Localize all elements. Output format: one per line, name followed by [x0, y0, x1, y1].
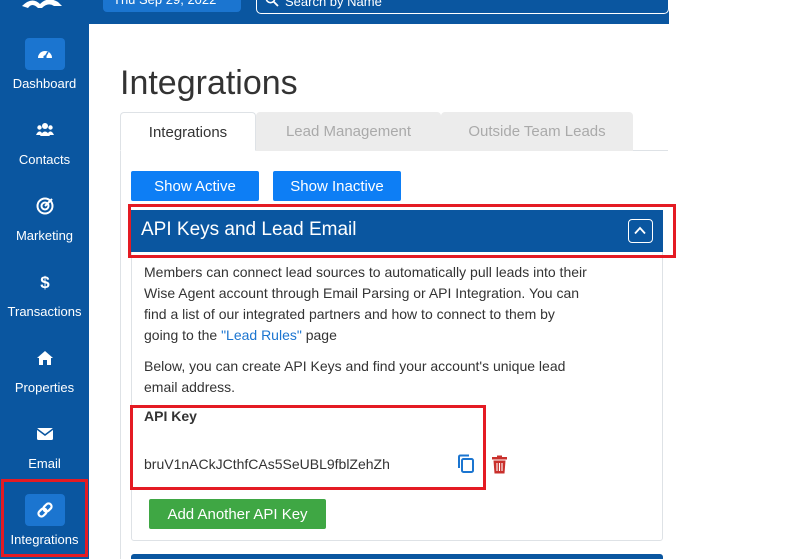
dashboard-icon [24, 38, 65, 70]
sidebar-item-label: Transactions [7, 304, 82, 319]
api-key-highlight-box [130, 405, 486, 490]
intro-text: page [301, 327, 337, 343]
contacts-icon [25, 114, 65, 146]
api-keys-line: Below, you can create API Keys and find … [144, 358, 566, 374]
sidebar-item-label: Properties [14, 380, 75, 395]
intro-paragraph: Members can connect lead sources to auto… [144, 262, 587, 346]
svg-text:$: $ [40, 273, 50, 291]
wise-agent-logo[interactable] [18, 0, 68, 14]
sidebar-item-marketing[interactable]: Marketing [0, 190, 89, 262]
api-keys-paragraph: Below, you can create API Keys and find … [144, 356, 565, 398]
panel-header-highlight-box [128, 204, 676, 258]
date-button[interactable]: Thu Sep 29, 2022 [103, 0, 241, 12]
search-icon [265, 0, 279, 7]
sidebar: Dashboard Contacts Marketing $ Transacti… [0, 0, 89, 559]
intro-line: find a list of our integrated partners a… [144, 306, 555, 322]
lead-rules-link[interactable]: "Lead Rules" [221, 327, 302, 343]
show-inactive-button[interactable]: Show Inactive [273, 171, 401, 201]
dollar-icon: $ [25, 266, 65, 298]
tab-outside-team-leads[interactable]: Outside Team Leads [441, 112, 633, 151]
show-active-button[interactable]: Show Active [131, 171, 259, 201]
sidebar-item-transactions[interactable]: $ Transactions [0, 266, 89, 338]
add-api-key-button[interactable]: Add Another API Key [149, 499, 326, 529]
envelope-icon [25, 418, 65, 450]
intro-text: going to the [144, 327, 222, 343]
top-bar: Thu Sep 29, 2022 [89, 0, 669, 24]
sidebar-item-contacts[interactable]: Contacts [0, 114, 89, 186]
trash-icon[interactable] [491, 455, 508, 474]
sidebar-item-label: Contacts [18, 152, 71, 167]
page-title: Integrations [120, 64, 298, 102]
sidebar-item-properties[interactable]: Properties [0, 342, 89, 414]
api-keys-line: email address. [144, 379, 236, 395]
tab-integrations[interactable]: Integrations [120, 112, 256, 151]
sidebar-item-label: Dashboard [12, 76, 77, 91]
next-panel-header[interactable] [131, 554, 663, 559]
intro-line: going to the "Lead Rules" page [144, 325, 587, 346]
tab-bar: Integrations Lead Management Outside Tea… [120, 112, 668, 151]
search-box[interactable] [256, 0, 669, 14]
home-icon [25, 342, 65, 374]
target-icon [25, 190, 65, 222]
search-input[interactable] [285, 0, 655, 11]
tab-lead-management[interactable]: Lead Management [256, 112, 441, 151]
intro-line: Members can connect lead sources to auto… [144, 264, 587, 280]
sidebar-item-dashboard[interactable]: Dashboard [0, 38, 89, 110]
sidebar-item-label: Email [28, 456, 61, 471]
integrations-highlight-box [1, 479, 88, 557]
sidebar-item-label: Marketing [15, 228, 74, 243]
intro-line: Wise Agent account through Email Parsing… [144, 285, 580, 301]
